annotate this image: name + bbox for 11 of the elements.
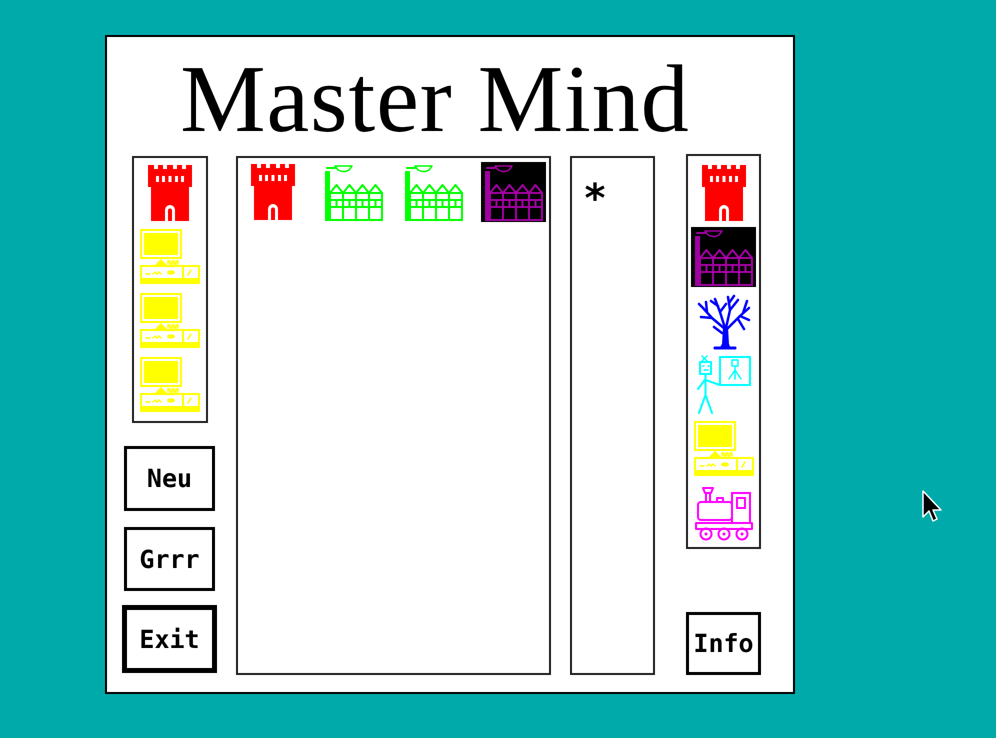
tower-icon[interactable] (702, 165, 746, 221)
app-title: Master Mind (180, 51, 690, 147)
grrr-button[interactable]: Grrr (124, 527, 215, 591)
exit-button[interactable]: Exit (122, 605, 217, 673)
factory-icon[interactable] (691, 227, 756, 287)
cursor-icon (922, 490, 942, 523)
new-button[interactable]: Neu (124, 446, 215, 511)
info-button[interactable]: Info (686, 612, 761, 675)
locomotive-icon[interactable] (694, 485, 752, 541)
result-mark: * (583, 175, 608, 219)
tree-icon[interactable] (698, 293, 750, 349)
